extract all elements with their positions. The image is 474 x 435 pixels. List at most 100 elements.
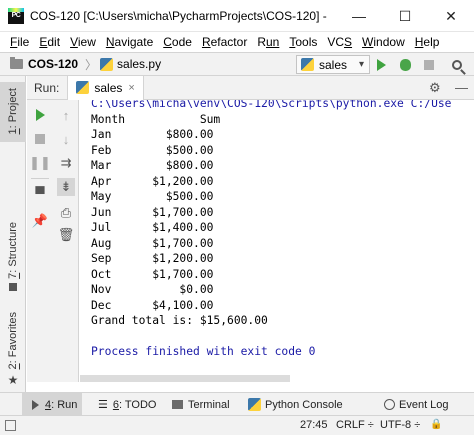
console-row: May $500.00 (91, 190, 214, 203)
play-icon (35, 109, 45, 121)
tool-tab-python-console[interactable]: Python Console (244, 393, 347, 416)
close-tab-icon[interactable]: × (128, 82, 134, 94)
console-row: Aug $1,700.00 (91, 236, 214, 250)
pin-icon[interactable]: 📌 (31, 212, 49, 230)
console-row: Feb $500.00 (91, 143, 214, 157)
console-row: Jul $1,400.00 (91, 221, 214, 234)
menu-view[interactable]: View (66, 35, 102, 49)
console-row: Jan $800.00 (91, 128, 214, 141)
folder-icon (10, 57, 23, 69)
file-encoding[interactable]: UTF-8 ÷ (380, 419, 420, 431)
run-button[interactable] (372, 56, 390, 74)
close-button[interactable]: ✕ (428, 0, 474, 32)
console-row: Oct $1,700.00 (91, 267, 214, 281)
trash-icon[interactable]: 🗑 (57, 226, 75, 244)
menu-help[interactable]: Help (411, 35, 446, 49)
console-row: Apr $1,200.00 (91, 174, 214, 188)
search-icon (452, 60, 462, 70)
tool-tab-favorites[interactable]: 2: Favorites ★ (0, 312, 26, 388)
menu-code[interactable]: Code (159, 35, 198, 49)
menu-tools[interactable]: Tools (285, 35, 323, 49)
title-bar: PC COS-120 [C:\Users\micha\PycharmProjec… (0, 0, 474, 32)
chevron-down-icon: ▾ (358, 59, 364, 70)
scroll-down-icon[interactable]: ↓ (57, 130, 75, 148)
play-icon (32, 399, 39, 410)
run-panel-label: Run: (34, 80, 60, 95)
left-tool-stripe: 1: Project 7: Structure 2: Favorites ★ (0, 76, 26, 392)
soft-wrap-icon[interactable]: ⇉ (57, 154, 75, 172)
menu-run[interactable]: Run (253, 35, 285, 49)
status-bar: 27:45 CRLF ÷ UTF-8 ÷ 🔒 (0, 415, 474, 435)
play-icon (376, 59, 386, 71)
toggle-tool-windows-icon[interactable] (5, 420, 16, 431)
horizontal-scrollbar[interactable] (80, 375, 290, 382)
tool-tab-todo[interactable]: ☰ 6: TODO (94, 393, 161, 416)
stop-icon (35, 134, 45, 144)
menu-edit[interactable]: Edit (35, 35, 66, 49)
scroll-up-icon[interactable]: ↑ (57, 106, 75, 124)
todo-icon: ☰ (98, 399, 108, 411)
hide-panel-icon[interactable]: — (455, 80, 468, 95)
run-tab-sales[interactable]: sales × (67, 75, 144, 100)
lock-icon[interactable]: 🔒 (430, 419, 442, 430)
tool-tab-terminal[interactable]: Terminal (168, 393, 234, 416)
breadcrumb-separator: 〉 (85, 57, 98, 72)
tool-tab-project[interactable]: 1: Project (0, 82, 26, 142)
python-file-icon (301, 58, 314, 71)
console-row: Sep $1,200.00 (91, 252, 214, 265)
menu-vcs[interactable]: VCS (323, 35, 358, 49)
stop-button[interactable] (420, 56, 438, 74)
print-icon[interactable]: ⎙ (57, 204, 75, 222)
stop-icon (424, 60, 434, 70)
console-output[interactable]: C:\Users\micha\venv\COS-120\Scripts\pyth… (80, 100, 474, 382)
pycharm-logo-icon: PC (8, 7, 24, 24)
layout-icon[interactable]: ▀ (31, 184, 49, 202)
console-command-line: C:\Users\micha\venv\COS-120\Scripts\pyth… (91, 100, 452, 110)
bug-icon (399, 59, 411, 71)
console-text: C:\Users\micha\venv\COS-120\Scripts\pyth… (91, 100, 451, 360)
console-row: Dec $4,100.00 (91, 298, 214, 312)
run-toolbar: ↑ ↓ ❚❚ ⇉ ▀ ⇟ 📌 ⎙ 🗑 (27, 100, 79, 382)
menu-navigate[interactable]: Navigate (102, 35, 159, 49)
run-configuration-select[interactable]: sales ▾ (296, 55, 370, 74)
run-tool-header: Run: sales × ⚙ — (27, 75, 474, 100)
star-icon: ★ (7, 373, 19, 388)
rerun-button[interactable] (31, 106, 49, 124)
window-title: COS-120 [C:\Users\micha\PycharmProjects\… (30, 8, 330, 23)
console-header: Month Sum (91, 112, 221, 126)
gear-icon[interactable]: ⚙ (429, 80, 441, 96)
python-console-icon (248, 398, 261, 411)
maximize-button[interactable]: ☐ (382, 0, 428, 32)
stop-run-button[interactable] (31, 130, 49, 148)
line-separator[interactable]: CRLF ÷ (336, 419, 374, 431)
structure-icon (9, 282, 17, 291)
run-configuration-label: sales (319, 57, 348, 72)
console-row: Jun $1,700.00 (91, 205, 214, 219)
menu-file[interactable]: File (6, 35, 35, 49)
menu-refactor[interactable]: Refactor (198, 35, 253, 49)
console-finished-line: Process finished with exit code 0 (91, 345, 316, 358)
minimize-button[interactable]: — (336, 0, 382, 32)
breadcrumb-project[interactable]: COS-120 (28, 57, 78, 71)
python-file-icon (76, 81, 90, 94)
menu-window[interactable]: Window (358, 35, 411, 49)
tool-tab-event-log[interactable]: Event Log (380, 393, 453, 416)
event-log-icon (384, 399, 395, 410)
tool-tab-run[interactable]: 4: Run (22, 393, 82, 416)
scroll-to-end-icon[interactable]: ⇟ (57, 178, 75, 196)
search-button[interactable] (448, 56, 466, 74)
run-tab-label: sales (94, 80, 123, 95)
console-row: Nov $0.00 (91, 283, 214, 296)
cursor-position[interactable]: 27:45 (300, 419, 328, 431)
tool-tab-structure[interactable]: 7: Structure (0, 222, 26, 302)
navigation-bar: COS-120 〉 sales.py sales ▾ (0, 52, 474, 76)
menu-bar: File Edit View Navigate Code Refactor Ru… (0, 32, 474, 52)
python-file-icon (100, 57, 114, 71)
pause-icon[interactable]: ❚❚ (29, 154, 51, 172)
console-row: Mar $800.00 (91, 159, 214, 172)
bottom-tool-tabs: 4: Run ☰ 6: TODO Terminal Python Console… (0, 392, 474, 416)
console-grand-total: Grand total is: $15,600.00 (91, 314, 268, 327)
debug-button[interactable] (396, 56, 414, 74)
terminal-icon (172, 400, 183, 409)
breadcrumb-file[interactable]: sales.py (117, 57, 161, 71)
